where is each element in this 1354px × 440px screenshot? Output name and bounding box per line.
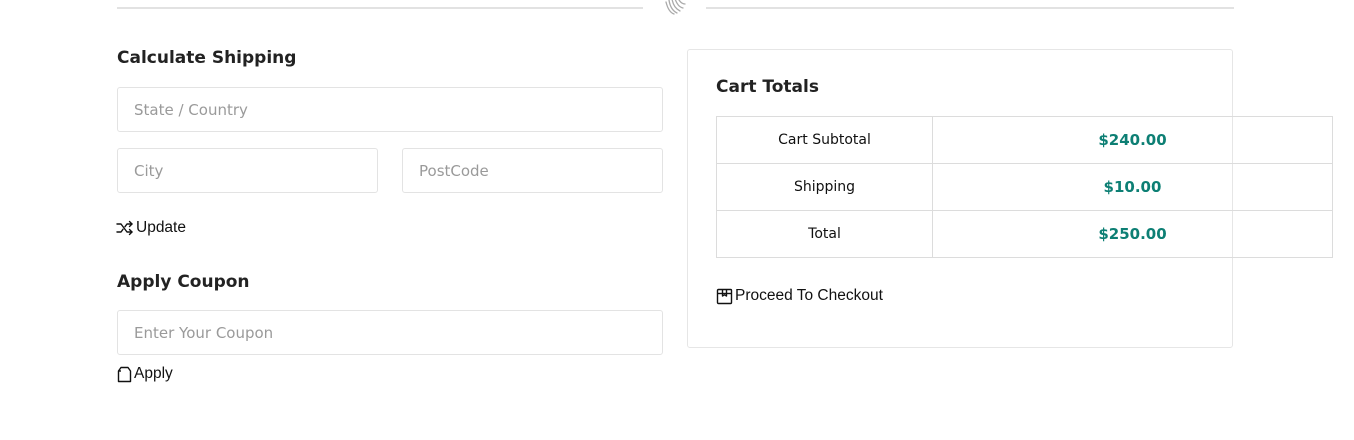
table-row: Shipping $10.00 xyxy=(716,163,1333,211)
coupon-input[interactable] xyxy=(117,310,663,355)
table-row: Cart Subtotal $240.00 xyxy=(716,116,1333,164)
update-label: Update xyxy=(136,219,186,236)
shipping-value: $10.00 xyxy=(932,163,1333,211)
subtotal-label: Cart Subtotal xyxy=(716,116,933,164)
apply-label: Apply xyxy=(134,365,173,382)
postcode-input[interactable] xyxy=(402,148,663,193)
shuffle-icon xyxy=(116,220,134,236)
divider-left xyxy=(117,7,643,9)
divider-right xyxy=(706,7,1234,9)
total-value: $250.00 xyxy=(932,210,1333,258)
checkout-label: Proceed To Checkout xyxy=(735,287,883,304)
table-row: Total $250.00 xyxy=(716,210,1333,258)
fingerprint-icon xyxy=(662,0,688,18)
apply-coupon-button[interactable]: Apply xyxy=(117,365,173,383)
apply-coupon-heading: Apply Coupon xyxy=(117,272,250,292)
total-label: Total xyxy=(716,210,933,258)
cart-totals-heading: Cart Totals xyxy=(716,77,819,97)
subtotal-value: $240.00 xyxy=(932,116,1333,164)
update-button[interactable]: Update xyxy=(116,219,186,237)
proceed-to-checkout-button[interactable]: Proceed To Checkout xyxy=(716,287,883,305)
calculate-shipping-heading: Calculate Shipping xyxy=(117,48,297,68)
city-input[interactable] xyxy=(117,148,378,193)
package-icon xyxy=(716,288,733,305)
shipping-label: Shipping xyxy=(716,163,933,211)
state-country-input[interactable] xyxy=(117,87,663,132)
bag-icon xyxy=(117,366,132,383)
cart-totals-table: Cart Subtotal $240.00 Shipping $10.00 To… xyxy=(716,116,1333,258)
